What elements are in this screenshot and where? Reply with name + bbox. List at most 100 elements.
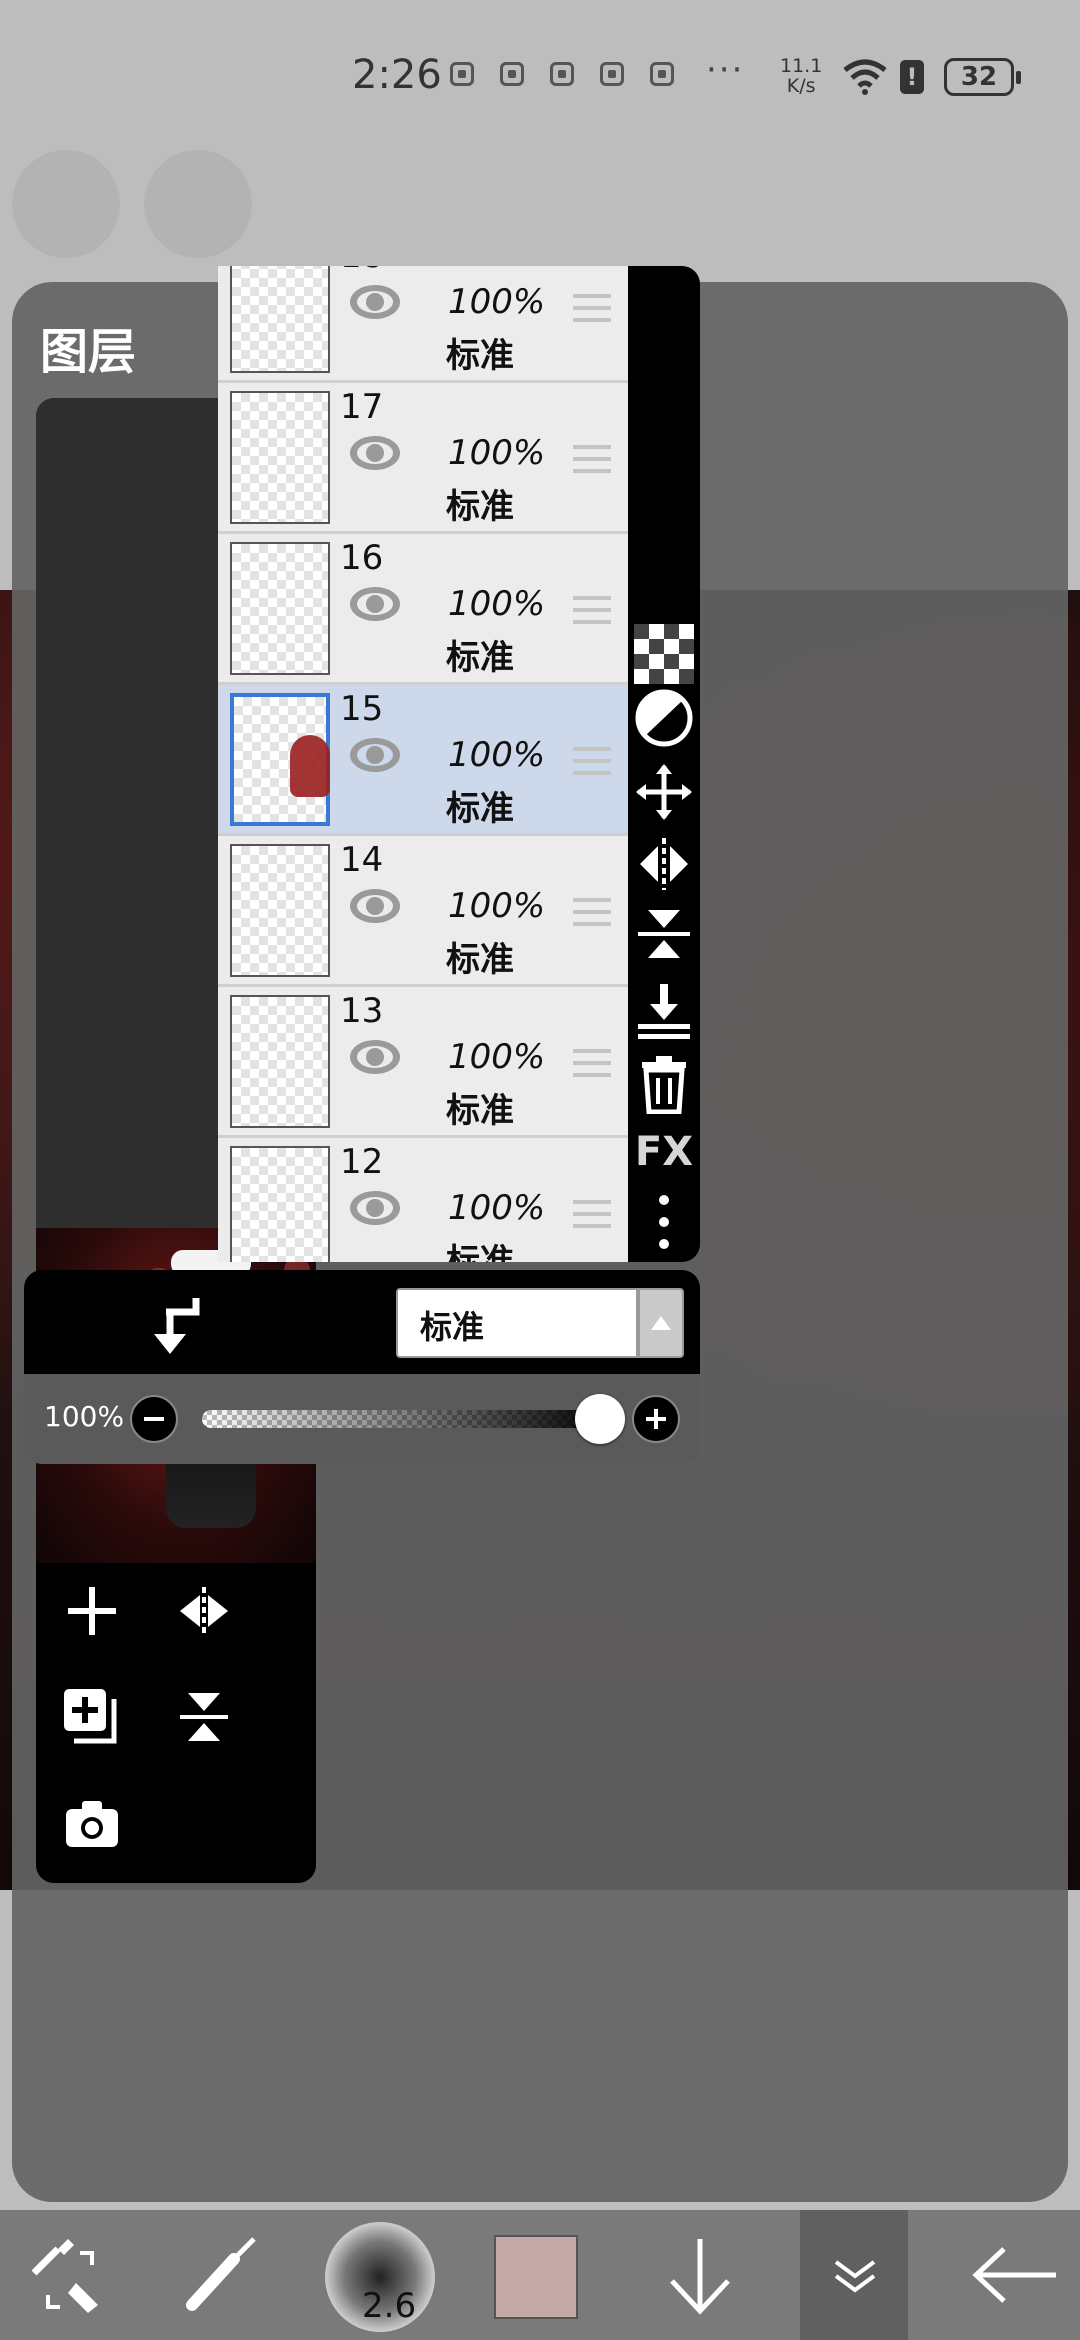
visibility-eye-icon[interactable] bbox=[348, 433, 402, 473]
blend-mode-select[interactable]: 标准 bbox=[396, 1288, 638, 1358]
arrow-left-icon bbox=[972, 2247, 1056, 2303]
layer-panel-toggle-button[interactable] bbox=[800, 2210, 908, 2340]
plus-icon bbox=[646, 1409, 666, 1429]
layer-row[interactable]: 17 100% 标准 bbox=[218, 383, 628, 534]
opacity-slider-knob[interactable] bbox=[575, 1394, 625, 1444]
opacity-increase-button[interactable] bbox=[632, 1395, 680, 1443]
layer-thumbnail[interactable] bbox=[230, 1146, 330, 1262]
flip-layer-horizontal-button[interactable] bbox=[632, 832, 696, 896]
layer-row[interactable]: 13 100% 标准 bbox=[218, 987, 628, 1138]
flip-horizontal-button[interactable] bbox=[172, 1579, 236, 1643]
layer-number: 14 bbox=[340, 840, 384, 880]
layer-row-selected[interactable]: 15 100% 标准 bbox=[218, 685, 628, 836]
layer-opacity: 100% bbox=[448, 584, 546, 624]
layer-list[interactable]: 18 100% 标准 17 100% 标准 16 100% 标准 15 100%… bbox=[218, 266, 628, 1262]
thumbnail-figure bbox=[290, 735, 330, 797]
layer-number: 15 bbox=[340, 689, 384, 729]
layer-blend-mode: 标准 bbox=[446, 1242, 514, 1262]
layer-blend-mode: 标准 bbox=[446, 940, 514, 980]
network-speed-unit: K/s bbox=[786, 75, 816, 97]
notification-icon bbox=[600, 62, 624, 86]
brush-size-value: 2.6 bbox=[362, 2286, 417, 2326]
color-swatch[interactable] bbox=[494, 2235, 578, 2319]
blend-mode-value: 标准 bbox=[420, 1308, 485, 1346]
tool-switch-button[interactable] bbox=[20, 2210, 120, 2340]
flip-horizontal-icon bbox=[180, 1587, 228, 1635]
panel-title: 图层 bbox=[40, 324, 137, 380]
camera-icon bbox=[66, 1801, 118, 1847]
flip-vertical-icon bbox=[638, 910, 690, 958]
more-options-button[interactable] bbox=[632, 1190, 696, 1254]
plus-icon bbox=[68, 1587, 116, 1635]
duplicate-layer-button[interactable] bbox=[60, 1685, 124, 1749]
duplicate-layer-icon bbox=[64, 1689, 117, 1744]
layer-thumbnail[interactable] bbox=[230, 266, 330, 373]
layer-blend-mode: 标准 bbox=[446, 638, 514, 678]
layer-opacity: 100% bbox=[448, 282, 546, 322]
wifi-icon bbox=[843, 59, 887, 95]
camera-button[interactable] bbox=[60, 1791, 124, 1855]
layer-number: 13 bbox=[340, 991, 384, 1031]
notification-icons bbox=[450, 62, 674, 86]
half-circle-icon bbox=[635, 689, 693, 747]
double-chevron-down-icon bbox=[834, 2260, 876, 2293]
fx-button[interactable]: FX bbox=[632, 1120, 696, 1184]
layer-tools-column: FX bbox=[628, 266, 700, 1262]
visibility-eye-icon[interactable] bbox=[348, 282, 402, 322]
trash-icon bbox=[642, 1056, 686, 1114]
drag-handle-icon[interactable] bbox=[573, 898, 611, 926]
blend-mode-dropdown-button[interactable] bbox=[638, 1288, 684, 1358]
opacity-slider[interactable] bbox=[202, 1410, 610, 1428]
layer-blend-mode: 标准 bbox=[446, 487, 514, 527]
layer-thumbnail[interactable] bbox=[230, 391, 330, 524]
layer-blend-mode: 标准 bbox=[446, 336, 514, 376]
layer-blend-mode: 标准 bbox=[446, 789, 514, 829]
network-speed: 11.1 K/s bbox=[780, 56, 822, 96]
drag-handle-icon[interactable] bbox=[573, 596, 611, 624]
undo-button[interactable] bbox=[12, 150, 120, 258]
drag-handle-icon[interactable] bbox=[573, 294, 611, 322]
visibility-eye-icon[interactable] bbox=[348, 584, 402, 624]
layer-row[interactable]: 18 100% 标准 bbox=[218, 266, 628, 383]
layer-thumbnail[interactable] bbox=[230, 693, 330, 826]
more-notifications-icon: ··· bbox=[706, 50, 745, 90]
visibility-eye-icon[interactable] bbox=[348, 1037, 402, 1077]
checkerboard-icon bbox=[634, 624, 694, 684]
layer-opacity: 100% bbox=[448, 1188, 546, 1228]
layer-down-button[interactable] bbox=[650, 2210, 750, 2340]
status-bar: 2:26 ··· 11.1 K/s ! 32 bbox=[0, 0, 1080, 150]
notification-icon bbox=[450, 62, 474, 86]
brush-icon bbox=[186, 2237, 256, 2311]
layer-thumbnail[interactable] bbox=[230, 844, 330, 977]
flip-layer-vertical-button[interactable] bbox=[632, 902, 696, 966]
delete-layer-button[interactable] bbox=[632, 1052, 696, 1116]
add-layer-button[interactable] bbox=[60, 1579, 124, 1643]
notification-icon bbox=[550, 62, 574, 86]
clipping-arrow-icon[interactable] bbox=[146, 1292, 206, 1358]
layer-number: 12 bbox=[340, 1142, 384, 1182]
clipping-button[interactable] bbox=[632, 686, 696, 750]
visibility-eye-icon[interactable] bbox=[348, 886, 402, 926]
drag-handle-icon[interactable] bbox=[573, 1049, 611, 1077]
layer-row[interactable]: 14 100% 标准 bbox=[218, 836, 628, 987]
layer-row[interactable]: 16 100% 标准 bbox=[218, 534, 628, 685]
layer-action-tools bbox=[36, 1563, 316, 1883]
drag-handle-icon[interactable] bbox=[573, 1200, 611, 1228]
back-button[interactable] bbox=[960, 2210, 1070, 2340]
transparency-fill-button[interactable] bbox=[632, 622, 696, 686]
visibility-eye-icon[interactable] bbox=[348, 1188, 402, 1228]
move-layer-button[interactable] bbox=[632, 760, 696, 824]
layer-thumbnail[interactable] bbox=[230, 542, 330, 675]
layer-row[interactable]: 12 100% 标准 bbox=[218, 1138, 628, 1262]
merge-down-button[interactable] bbox=[632, 978, 696, 1042]
opacity-decrease-button[interactable] bbox=[130, 1395, 178, 1443]
minus-icon bbox=[144, 1417, 164, 1421]
visibility-eye-icon[interactable] bbox=[348, 735, 402, 775]
brush-tool-button[interactable] bbox=[170, 2210, 270, 2340]
layer-opacity: 100% bbox=[448, 886, 546, 926]
drag-handle-icon[interactable] bbox=[573, 747, 611, 775]
redo-button[interactable] bbox=[144, 150, 252, 258]
layer-thumbnail[interactable] bbox=[230, 995, 330, 1128]
drag-handle-icon[interactable] bbox=[573, 445, 611, 473]
flip-vertical-button[interactable] bbox=[172, 1685, 236, 1749]
